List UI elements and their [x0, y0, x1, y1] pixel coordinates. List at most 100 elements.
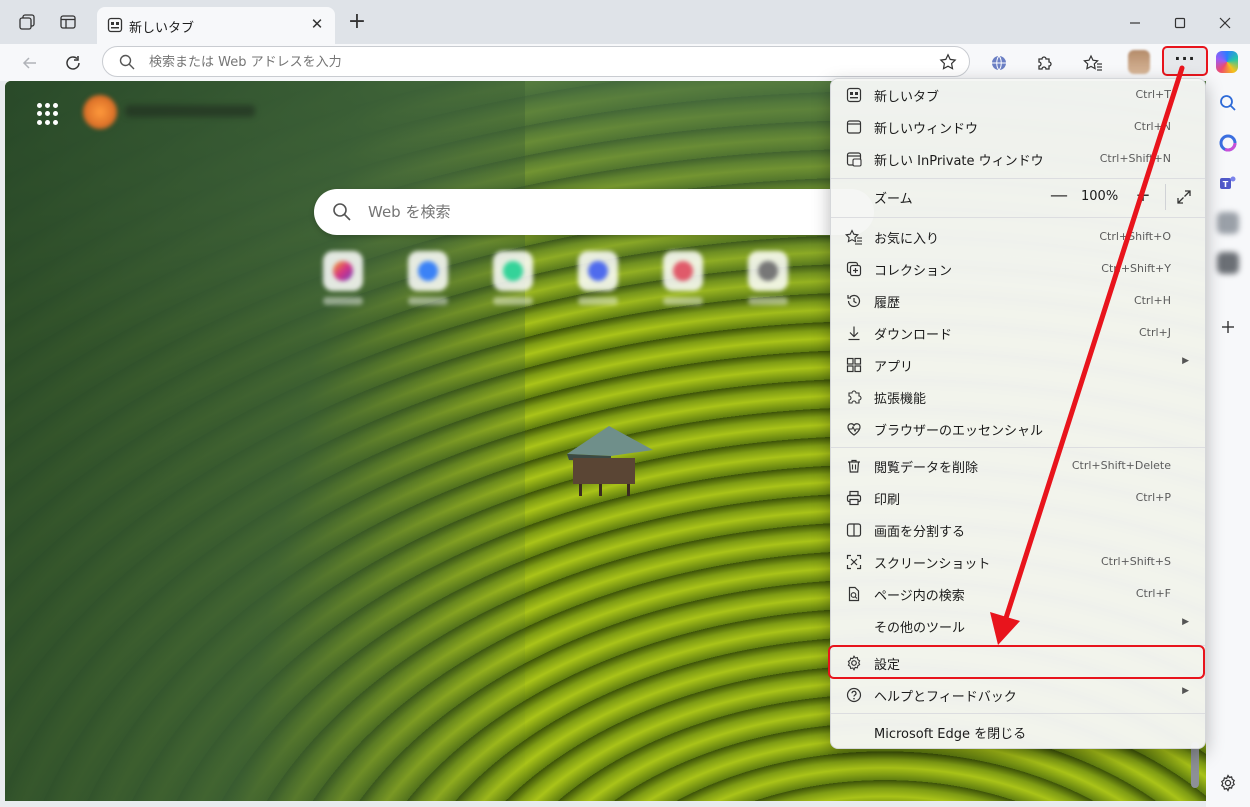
menu-item-history[interactable]: 履歴 Ctrl+H [835, 286, 1201, 316]
copilot-icon[interactable] [1216, 51, 1238, 73]
close-tab-icon[interactable]: ✕ [307, 14, 327, 34]
menu-item-close-edge[interactable]: Microsoft Edge を閉じる [835, 717, 1201, 747]
workspaces-icon[interactable] [17, 12, 37, 32]
menu-item-label: 画面を分割する [874, 525, 966, 540]
menu-item-label: Microsoft Edge を閉じる [874, 727, 1027, 742]
menu-item-label: 拡張機能 [874, 392, 927, 407]
search-icon [119, 54, 135, 74]
submenu-arrow-icon: ▶ [1182, 356, 1189, 366]
quick-link[interactable] [748, 251, 788, 291]
menu-item-clear-browsing-data[interactable]: 閲覧データを削除 Ctrl+Shift+Delete [835, 451, 1201, 481]
menu-item-label: 新しいウィンドウ [874, 122, 979, 137]
tab-new-tab[interactable]: 新しいタブ ✕ [97, 7, 335, 44]
hut-image [567, 426, 653, 496]
menu-item-extensions[interactable]: 拡張機能 [835, 382, 1201, 412]
menu-item-find-on-page[interactable]: ページ内の検索 Ctrl+F [835, 579, 1201, 609]
weather-widget[interactable] [125, 105, 255, 117]
web-search-input[interactable] [368, 202, 788, 222]
menu-item-split-screen[interactable]: 画面を分割する [835, 515, 1201, 545]
sidebar-office-icon[interactable] [1216, 131, 1240, 155]
submenu-arrow-icon: ▶ [1182, 617, 1189, 627]
menu-item-label: その他のツール [874, 621, 966, 636]
vertical-tabs-icon[interactable] [58, 12, 78, 32]
new-tab-icon [845, 86, 863, 104]
settings-and-more-button[interactable]: ··· [1162, 46, 1208, 76]
menu-item-shortcut: Ctrl+Shift+Y [1101, 262, 1171, 275]
menu-item-collections[interactable]: コレクション Ctrl+Shift+Y [835, 254, 1201, 284]
apps-icon [845, 356, 863, 374]
menu-item-more-tools[interactable]: その他のツール ▶ [835, 611, 1201, 641]
add-favorite-star-icon[interactable] [939, 53, 957, 75]
quick-link[interactable] [493, 251, 533, 291]
sidebar-add-icon[interactable] [1216, 315, 1240, 339]
sidebar-app-icon[interactable] [1216, 211, 1240, 235]
menu-item-new-tab[interactable]: 新しいタブ Ctrl+T [835, 80, 1201, 110]
menu-item-label: お気に入り [874, 232, 940, 247]
find-in-page-icon [845, 585, 863, 603]
favorites-icon[interactable] [1082, 52, 1104, 74]
weather-icon[interactable] [83, 95, 117, 129]
sidebar-app-icon[interactable] [1216, 251, 1240, 275]
menu-item-print[interactable]: 印刷 Ctrl+P [835, 483, 1201, 513]
menu-item-browser-essentials[interactable]: ブラウザーのエッセンシャル [835, 414, 1201, 444]
favorites-icon [845, 228, 863, 246]
menu-separator [831, 178, 1205, 179]
refresh-icon[interactable] [61, 51, 85, 75]
menu-item-new-inprivate-window[interactable]: 新しい InPrivate ウィンドウ Ctrl+Shift+N [835, 144, 1201, 174]
web-search-box[interactable] [314, 189, 874, 235]
address-input[interactable] [149, 53, 909, 71]
translate-globe-icon[interactable] [988, 52, 1010, 74]
sidebar-search-icon[interactable] [1216, 91, 1240, 115]
print-icon [845, 489, 863, 507]
quick-link[interactable] [408, 251, 448, 291]
menu-separator [831, 713, 1205, 714]
quick-link[interactable] [578, 251, 618, 291]
menu-item-zoom: ズーム — 100% + [835, 182, 1201, 212]
zoom-label: ズーム [874, 192, 913, 207]
tab-title: 新しいタブ [129, 21, 195, 36]
fullscreen-icon[interactable] [1173, 186, 1195, 208]
sidebar-settings-gear-icon[interactable] [1216, 771, 1240, 795]
menu-item-label: 印刷 [874, 493, 901, 508]
menu-item-shortcut: Ctrl+H [1133, 294, 1171, 307]
quick-link-label [408, 297, 448, 305]
app-launcher-icon[interactable] [37, 103, 59, 125]
split-screen-icon [845, 521, 863, 539]
svg-text:T: T [1223, 180, 1229, 189]
menu-item-help-and-feedback[interactable]: ヘルプとフィードバック ▶ [835, 680, 1201, 710]
menu-item-label: スクリーンショット [874, 557, 991, 572]
inprivate-icon [845, 150, 863, 168]
settings-highlight-box [828, 645, 1205, 679]
sidebar-teams-icon[interactable]: T [1216, 171, 1240, 195]
address-bar[interactable] [102, 46, 970, 77]
close-window-icon[interactable] [1214, 12, 1236, 34]
menu-item-label: 新しい InPrivate ウィンドウ [874, 154, 1044, 169]
menu-item-favorites[interactable]: お気に入り Ctrl+Shift+O [835, 222, 1201, 252]
quick-link-label [748, 297, 788, 305]
zoom-in-button[interactable]: + [1131, 185, 1155, 209]
history-icon [845, 292, 863, 310]
menu-item-label: ヘルプとフィードバック [874, 690, 1017, 705]
trash-icon [845, 457, 863, 475]
menu-item-label: 新しいタブ [874, 90, 940, 105]
zoom-out-button[interactable]: — [1047, 185, 1071, 209]
back-arrow-icon[interactable] [18, 51, 42, 75]
extensions-puzzle-icon[interactable] [1033, 52, 1055, 74]
menu-item-label: 閲覧データを削除 [874, 461, 979, 476]
menu-item-new-window[interactable]: 新しいウィンドウ Ctrl+N [835, 112, 1201, 142]
menu-item-downloads[interactable]: ダウンロード Ctrl+J [835, 318, 1201, 348]
quick-link-label [493, 297, 533, 305]
minimize-icon[interactable] [1124, 12, 1146, 34]
maximize-icon[interactable] [1169, 12, 1191, 34]
menu-item-shortcut: Ctrl+P [1135, 491, 1171, 504]
quick-link[interactable] [323, 251, 363, 291]
title-bar: 新しいタブ ✕ + [0, 0, 1250, 44]
menu-item-screenshot[interactable]: スクリーンショット Ctrl+Shift+S [835, 547, 1201, 577]
zoom-divider [1165, 184, 1166, 210]
menu-item-apps[interactable]: アプリ ▶ [835, 350, 1201, 380]
profile-avatar[interactable] [1128, 50, 1150, 74]
quick-link-label [323, 297, 363, 305]
menu-item-shortcut: Ctrl+Shift+Delete [1071, 459, 1171, 472]
quick-link[interactable] [663, 251, 703, 291]
add-tab-icon[interactable]: + [346, 11, 368, 34]
